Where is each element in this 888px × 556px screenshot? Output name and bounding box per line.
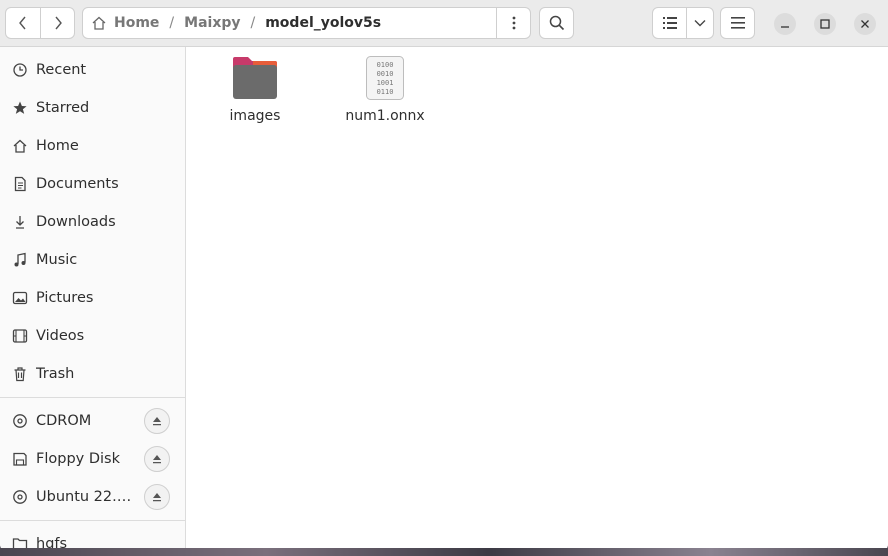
binary-preview-line: 1001 [377,79,394,87]
sidebar-item-label: Home [36,138,79,154]
file-item-images[interactable]: images [200,55,310,124]
sidebar-item-recent[interactable]: Recent [0,51,185,89]
music-icon [12,252,28,268]
sidebar-item-label: Recent [36,62,87,78]
breadcrumb-separator: / [169,15,175,31]
video-icon [12,328,28,344]
file-name: images [229,108,281,124]
breadcrumb-home[interactable]: Home [114,15,159,31]
drive-icon [12,451,28,467]
sidebar-item-downloads[interactable]: Downloads [0,203,185,241]
maximize-button[interactable] [814,13,836,35]
disc-icon [12,413,28,429]
breadcrumb-separator: / [250,15,256,31]
sidebar-item-label: Starred [36,100,90,116]
hamburger-menu-icon [730,17,745,29]
search-icon [549,15,564,31]
binary-file-icon: 0100 0010 1001 0110 [366,56,404,100]
binary-preview-line: 0110 [377,88,394,96]
list-view-button[interactable] [652,7,687,39]
list-view-icon [662,17,677,29]
eject-icon [153,455,161,464]
file-name: num1.onnx [345,108,425,124]
sidebar-item-label: Ubuntu 22.04.2 LTS amd64 [36,489,132,505]
chevron-left-icon [19,16,26,30]
sidebar-item-label: Pictures [36,290,94,306]
document-icon [12,176,28,192]
binary-preview-line: 0010 [377,70,394,78]
sidebar-item-starred[interactable]: Starred [0,89,185,127]
clock-icon [12,62,28,78]
close-icon [861,20,869,28]
eject-button[interactable] [144,446,170,472]
sidebar-divider [0,520,185,521]
breadcrumb-maixpy[interactable]: Maixpy [184,15,240,31]
close-button[interactable] [854,13,876,35]
header-bar: Home / Maixpy / model_yolov5s [0,0,888,47]
maximize-icon [820,19,830,29]
sidebar-item-music[interactable]: Music [0,241,185,279]
chevron-down-icon [694,20,706,27]
folder-icon [233,57,277,99]
forward-button[interactable] [40,7,75,39]
sidebar-item-label: Trash [36,366,75,382]
download-icon [12,214,28,230]
eject-icon [153,493,161,502]
back-button[interactable] [5,7,41,39]
home-icon [12,138,28,154]
eject-button[interactable] [144,408,170,434]
sidebar-item-videos[interactable]: Videos [0,317,185,355]
trash-icon [12,366,28,382]
view-options-button[interactable] [686,7,714,39]
binary-preview-line: 0100 [377,61,394,69]
sidebar-item-pictures[interactable]: Pictures [0,279,185,317]
path-menu-button[interactable] [496,7,531,39]
sidebar-item-label: Downloads [36,214,116,230]
sidebar-item-label: CDROM [36,413,92,429]
eject-button[interactable] [144,484,170,510]
sidebar-item-documents[interactable]: Documents [0,165,185,203]
sidebar-divider [0,397,185,398]
sidebar-item-cdrom[interactable]: CDROM [0,402,185,440]
sidebar-item-home[interactable]: Home [0,127,185,165]
sidebar-item-label: Music [36,252,78,268]
home-icon [92,16,106,30]
sidebar-item-label: Floppy Disk [36,451,120,467]
sidebar-item-floppy-disk[interactable]: Floppy Disk [0,440,185,478]
sidebar: Recent Starred Home Documents Downloads … [0,47,186,552]
desktop-background [0,548,888,556]
path-bar: Home / Maixpy / model_yolov5s [82,7,497,39]
disc-icon [12,489,28,505]
minimize-button[interactable] [774,13,796,35]
sidebar-item-label: Documents [36,176,119,192]
file-manager-window: Home / Maixpy / model_yolov5s Recent Sta… [0,0,888,552]
sidebar-item-trash[interactable]: Trash [0,355,185,393]
file-view: images 0100 0010 1001 0110 num1.onnx [186,47,888,552]
file-item-num1-onnx[interactable]: 0100 0010 1001 0110 num1.onnx [330,55,440,124]
search-button[interactable] [539,7,574,39]
sidebar-item-ubuntu-disc[interactable]: Ubuntu 22.04.2 LTS amd64 [0,478,185,516]
sidebar-item-label: Videos [36,328,85,344]
picture-icon [12,290,28,306]
star-icon [12,100,28,116]
main-menu-button[interactable] [720,7,755,39]
eject-icon [153,417,161,426]
chevron-right-icon [54,16,62,30]
minimize-icon [781,26,789,28]
breadcrumb-current[interactable]: model_yolov5s [265,15,381,31]
kebab-menu-icon [512,16,515,30]
